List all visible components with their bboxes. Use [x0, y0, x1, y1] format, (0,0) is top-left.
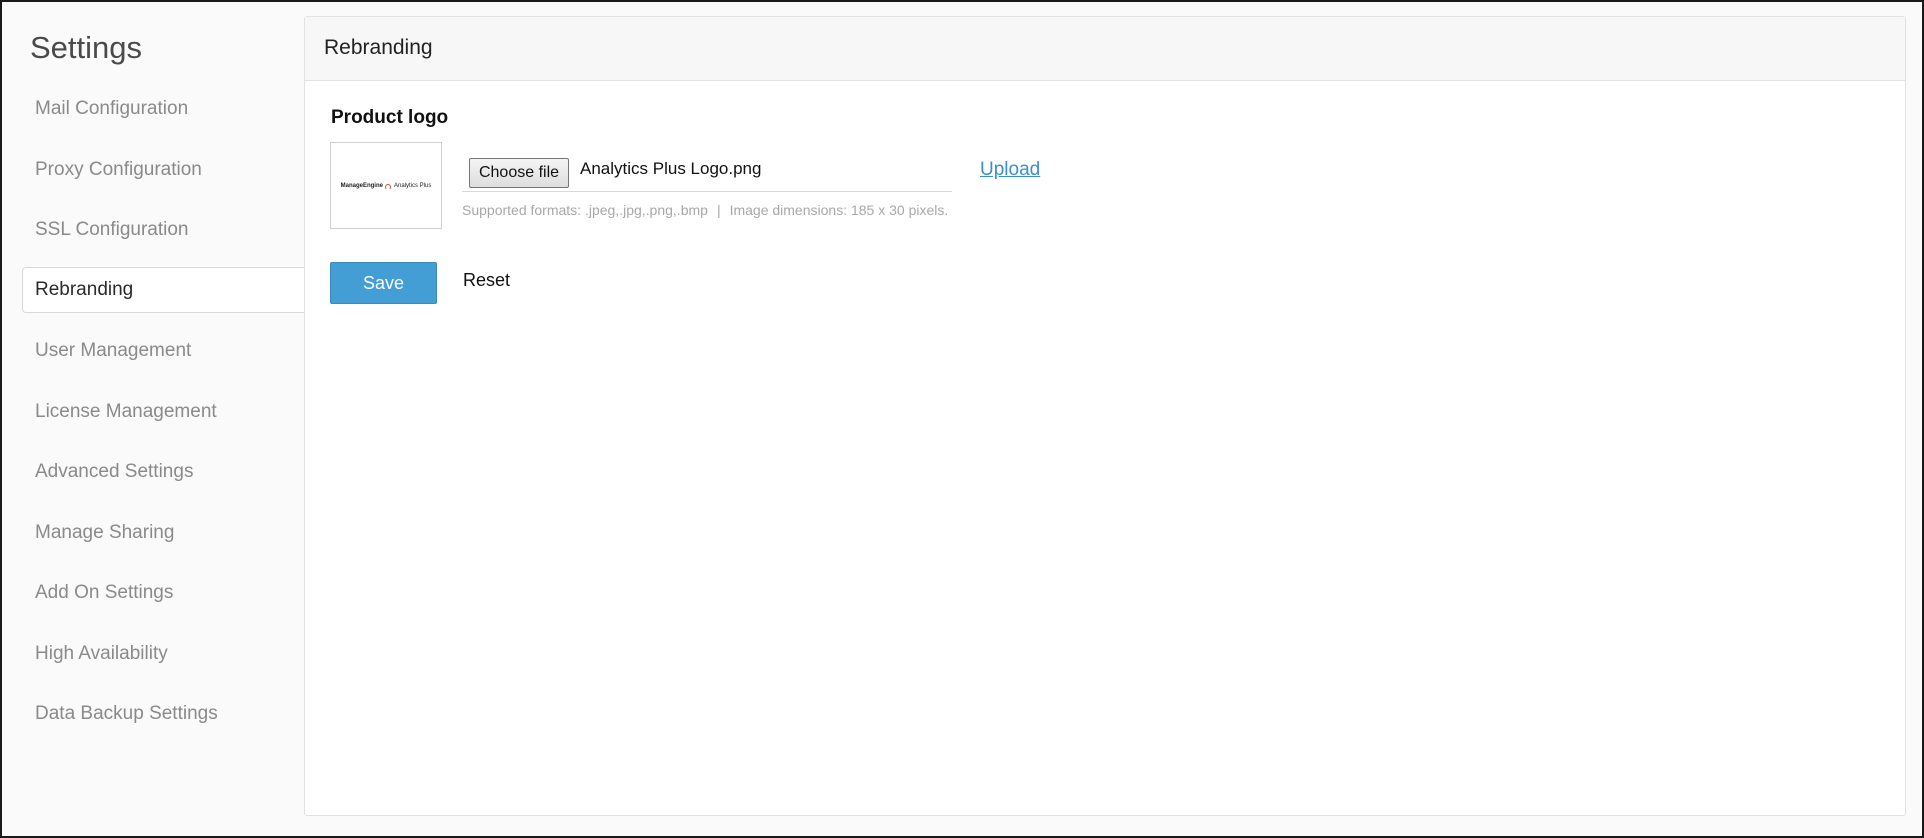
supported-formats-text: Supported formats: .jpeg,.jpg,.png,.bmp	[462, 202, 708, 218]
sidebar-item-advanced-settings[interactable]: Advanced Settings	[22, 449, 304, 495]
sidebar-item-proxy-configuration[interactable]: Proxy Configuration	[22, 147, 304, 193]
logo-preview: ManageEngine Analytics Plus	[330, 142, 442, 229]
sidebar-item-mail-configuration[interactable]: Mail Configuration	[22, 86, 304, 132]
sidebar-item-license-management[interactable]: License Management	[22, 389, 304, 435]
file-input-row: Choose file Analytics Plus Logo.png	[462, 153, 952, 192]
upload-hint: Supported formats: .jpeg,.jpg,.png,.bmp |…	[462, 202, 948, 218]
product-logo-label: Product logo	[331, 107, 449, 128]
settings-window: Settings Mail Configuration Proxy Config…	[0, 0, 1924, 838]
upload-link[interactable]: Upload	[980, 159, 1040, 181]
sidebar-item-user-management[interactable]: User Management	[22, 328, 304, 374]
swirl-icon	[384, 183, 391, 190]
logo-brand-text: ManageEngine	[340, 182, 383, 189]
rebranding-panel: Rebranding Product logo ManageEngine Ana…	[304, 16, 1906, 816]
hint-separator: |	[716, 202, 721, 218]
panel-title: Rebranding	[305, 17, 1905, 81]
save-button[interactable]: Save	[330, 262, 437, 304]
choose-file-button[interactable]: Choose file	[469, 158, 569, 188]
settings-sidebar: Settings Mail Configuration Proxy Config…	[2, 2, 304, 836]
sidebar-item-data-backup-settings[interactable]: Data Backup Settings	[22, 691, 304, 737]
sidebar-item-add-on-settings[interactable]: Add On Settings	[22, 570, 304, 616]
sidebar-item-ssl-configuration[interactable]: SSL Configuration	[22, 207, 304, 253]
sidebar-item-manage-sharing[interactable]: Manage Sharing	[22, 510, 304, 556]
reset-button[interactable]: Reset	[463, 270, 510, 291]
analytics-plus-logo-image: ManageEngine Analytics Plus	[340, 182, 432, 190]
sidebar-item-high-availability[interactable]: High Availability	[22, 631, 304, 677]
sidebar-title: Settings	[30, 30, 143, 65]
logo-product-text: Analytics Plus	[393, 182, 432, 189]
image-dimensions-text: Image dimensions: 185 x 30 pixels.	[729, 202, 949, 218]
selected-file-name: Analytics Plus Logo.png	[580, 159, 762, 178]
sidebar-item-rebranding[interactable]: Rebranding	[22, 267, 304, 313]
